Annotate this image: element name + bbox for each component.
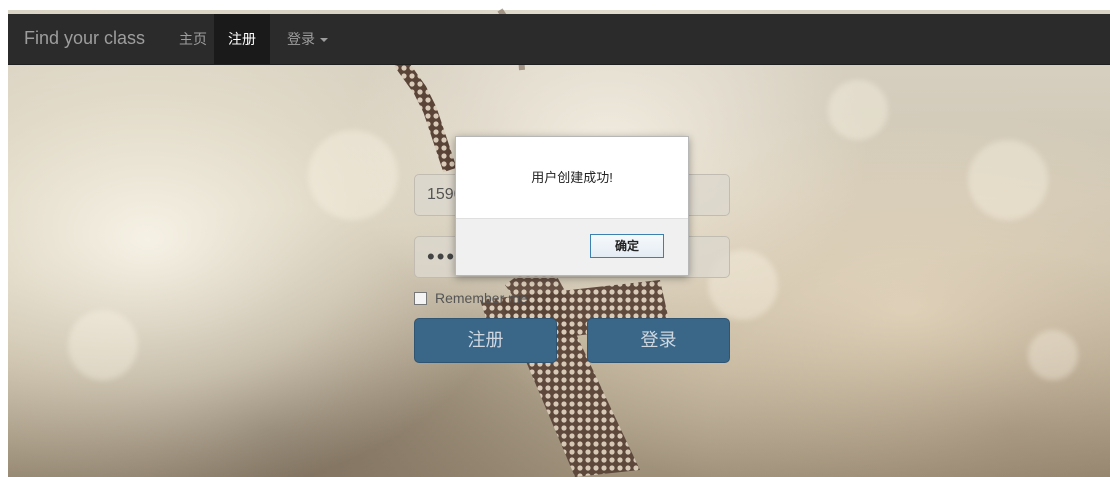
top-navbar: Find your class 主页 注册 登录 bbox=[8, 14, 1110, 65]
login-button[interactable]: 登录 bbox=[587, 318, 730, 363]
brand-link[interactable]: Find your class bbox=[24, 28, 145, 49]
password-value: ••• bbox=[427, 244, 457, 269]
register-button[interactable]: 注册 bbox=[414, 318, 557, 363]
remember-label: Remember me bbox=[435, 290, 528, 306]
chevron-down-icon bbox=[320, 38, 328, 43]
bokeh-light bbox=[308, 130, 398, 220]
bokeh-light bbox=[828, 80, 888, 140]
nav-item-home[interactable]: 主页 bbox=[165, 14, 221, 64]
alert-dialog: 用户创建成功! 确定 bbox=[455, 136, 689, 276]
nav-item-register[interactable]: 注册 bbox=[214, 14, 270, 64]
bokeh-light bbox=[968, 140, 1048, 220]
dialog-footer: 确定 bbox=[456, 218, 688, 275]
nav-item-login[interactable]: 登录 bbox=[273, 14, 342, 64]
remember-checkbox[interactable] bbox=[414, 291, 427, 305]
remember-me[interactable]: Remember me bbox=[414, 290, 528, 306]
dialog-message: 用户创建成功! bbox=[456, 137, 688, 219]
ok-button[interactable]: 确定 bbox=[590, 234, 664, 258]
nav-item-login-label: 登录 bbox=[287, 31, 315, 47]
bokeh-light bbox=[1028, 330, 1078, 380]
bokeh-light bbox=[68, 310, 138, 380]
page: Find your class 主页 注册 登录 1590 ••• Rememb… bbox=[0, 0, 1110, 477]
